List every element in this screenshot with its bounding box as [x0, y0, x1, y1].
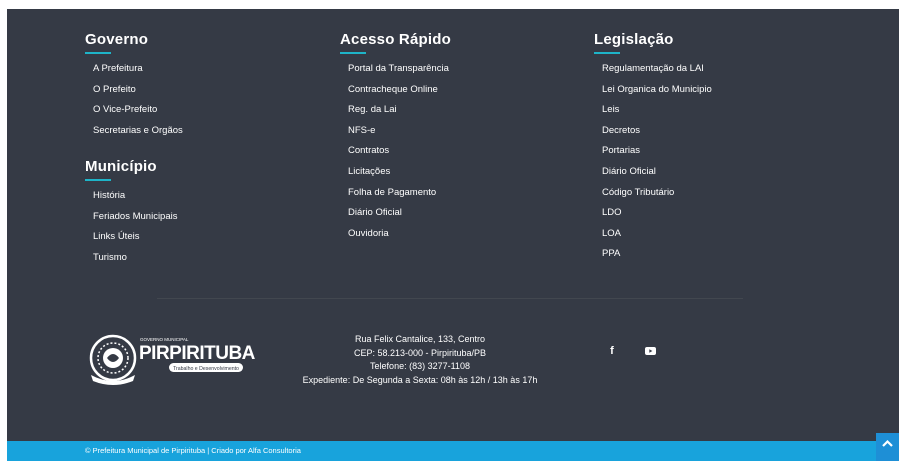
- link-folha-pagamento[interactable]: Folha de Pagamento: [348, 183, 451, 204]
- link-loa[interactable]: LOA: [602, 224, 712, 245]
- link-portarias[interactable]: Portarias: [602, 141, 712, 162]
- address-hours: Expediente: De Segunda a Sexta: 08h às 1…: [302, 374, 538, 385]
- link-ppa[interactable]: PPA: [602, 244, 712, 265]
- heading-underline: [340, 52, 366, 54]
- municipio-links: História Feriados Municipais Links Úteis…: [85, 186, 177, 268]
- link-decretos[interactable]: Decretos: [602, 121, 712, 142]
- youtube-icon[interactable]: [639, 340, 661, 362]
- link-a-prefeitura[interactable]: A Prefeitura: [93, 59, 183, 80]
- copyright-bar: © Prefeitura Municipal de Pirpirituba | …: [7, 441, 899, 461]
- chevron-up-icon: [882, 439, 893, 447]
- municipal-seal-icon: [89, 334, 137, 385]
- logo-top-text: GOVERNO MUNICIPAL: [140, 337, 189, 342]
- address-street: Rua Felix Cantalice, 133, Centro: [354, 334, 486, 344]
- acesso-rapido-heading: Acesso Rápido: [340, 31, 451, 48]
- acesso-rapido-column: Acesso Rápido Portal da Transparência Co…: [340, 31, 451, 244]
- social-links: f: [601, 340, 673, 362]
- legislacao-column: Legislação Regulamentação da LAI Lei Org…: [594, 31, 712, 265]
- link-secretarias-e-orgaos[interactable]: Secretarias e Orgãos: [93, 121, 183, 142]
- link-codigo-tributario[interactable]: Código Tributário: [602, 183, 712, 204]
- link-feriados-municipais[interactable]: Feriados Municipais: [93, 207, 177, 228]
- legislacao-heading: Legislação: [594, 31, 674, 48]
- link-ouvidoria[interactable]: Ouvidoria: [348, 224, 451, 245]
- link-historia[interactable]: História: [93, 186, 177, 207]
- logo-tagline: Trabalho e Desenvolvimento: [173, 366, 239, 372]
- heading-underline: [85, 52, 111, 54]
- link-nfs-e[interactable]: NFS-e: [348, 121, 451, 142]
- copyright-text[interactable]: © Prefeitura Municipal de Pirpirituba | …: [85, 446, 301, 455]
- link-leis[interactable]: Leis: [602, 100, 712, 121]
- site-footer: Governo A Prefeitura O Prefeito O Vice-P…: [7, 9, 899, 441]
- governo-column: Governo A Prefeitura O Prefeito O Vice-P…: [85, 31, 183, 141]
- footer-divider: [157, 298, 743, 299]
- heading-underline: [85, 179, 111, 181]
- heading-underline: [594, 52, 620, 54]
- acesso-rapido-links: Portal da Transparência Contracheque Onl…: [340, 59, 451, 244]
- address-block: Rua Felix Cantalice, 133, Centro CEP: 58…: [277, 333, 563, 387]
- link-regulamentacao-lai[interactable]: Regulamentação da LAI: [602, 59, 712, 80]
- governo-heading: Governo: [85, 31, 149, 48]
- governo-links: A Prefeitura O Prefeito O Vice-Prefeito …: [85, 59, 183, 141]
- logo-wordmark: PIRPIRITUBA: [139, 343, 256, 364]
- scroll-to-top-button[interactable]: [876, 433, 899, 461]
- link-o-prefeito[interactable]: O Prefeito: [93, 80, 183, 101]
- link-contracheque-online[interactable]: Contracheque Online: [348, 80, 451, 101]
- legislacao-links: Regulamentação da LAI Lei Organica do Mu…: [594, 59, 712, 265]
- link-links-uteis[interactable]: Links Úteis: [93, 227, 177, 248]
- link-ldo[interactable]: LDO: [602, 203, 712, 224]
- link-turismo[interactable]: Turismo: [93, 248, 177, 269]
- municipio-column: Município História Feriados Municipais L…: [85, 158, 177, 268]
- link-reg-da-lai[interactable]: Reg. da Lai: [348, 100, 451, 121]
- facebook-icon[interactable]: f: [601, 340, 623, 362]
- link-o-vice-prefeito[interactable]: O Vice-Prefeito: [93, 100, 183, 121]
- link-portal-transparencia[interactable]: Portal da Transparência: [348, 59, 451, 80]
- pirpirituba-logo[interactable]: GOVERNO MUNICIPAL PIRPIRITUBA Trabalho e…: [85, 331, 285, 387]
- link-contratos[interactable]: Contratos: [348, 141, 451, 162]
- link-diario-oficial-legislacao[interactable]: Diário Oficial: [602, 162, 712, 183]
- address-phone: Telefone: (83) 3277-1108: [370, 361, 470, 371]
- link-diario-oficial[interactable]: Diário Oficial: [348, 203, 451, 224]
- link-lei-organica[interactable]: Lei Organica do Municipio: [602, 80, 712, 101]
- municipio-heading: Município: [85, 158, 157, 175]
- address-cep: CEP: 58.213-000 - Pirpirituba/PB: [353, 347, 487, 358]
- link-licitacoes[interactable]: Licitações: [348, 162, 451, 183]
